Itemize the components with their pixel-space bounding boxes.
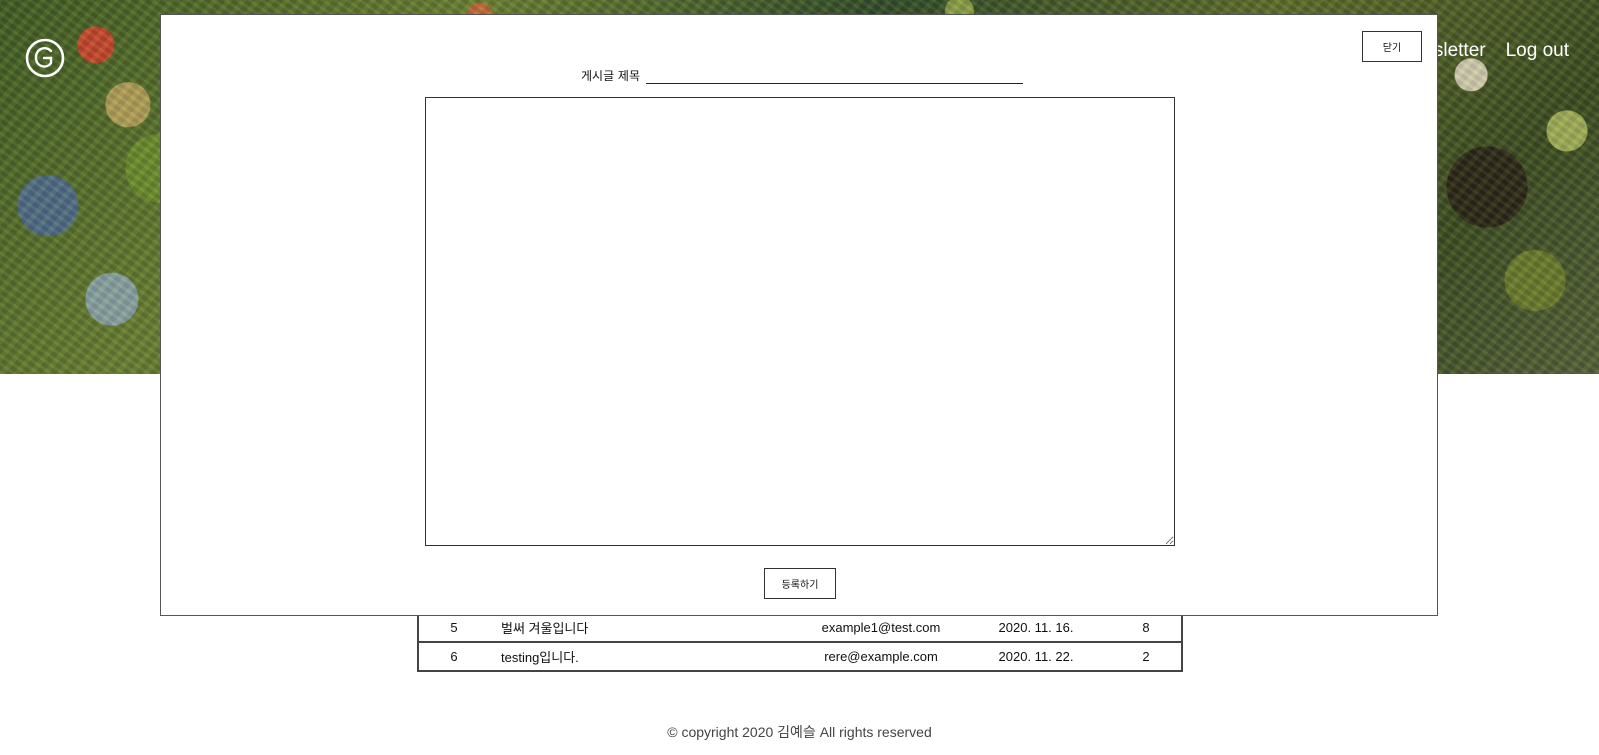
post-content-textarea[interactable] [425, 97, 1175, 546]
table-row[interactable]: 6 testing입니다. rere@example.com 2020. 11.… [417, 641, 1183, 672]
post-views: 2 [1111, 641, 1183, 672]
footer-copyright: © copyright 2020 김예슬 All rights reserved [667, 724, 932, 740]
write-post-modal: 닫기 게시글 제목 등록하기 [160, 14, 1438, 616]
post-date: 2020. 11. 16. [961, 612, 1111, 643]
close-button[interactable]: 닫기 [1362, 31, 1422, 62]
post-number: 6 [417, 641, 489, 672]
post-title-label: 게시글 제목 [581, 69, 641, 83]
table-row[interactable]: 5 벌써 겨울입니다 example1@test.com 2020. 11. 1… [417, 612, 1183, 643]
post-author-email: example1@test.com [801, 612, 961, 643]
logo-icon[interactable] [25, 38, 65, 78]
post-title-input[interactable] [646, 63, 1024, 84]
post-author-email: rere@example.com [801, 641, 961, 672]
post-date: 2020. 11. 22. [961, 641, 1111, 672]
post-title-row: 게시글 제목 [581, 63, 1024, 84]
nav-logout-link[interactable]: Log out [1506, 40, 1569, 62]
submit-button[interactable]: 등록하기 [764, 568, 836, 599]
post-title[interactable]: 벌써 겨울입니다 [489, 612, 801, 643]
post-number: 5 [417, 612, 489, 643]
page: Newsletter Log out 5 벌써 겨울입니다 example1@t… [0, 0, 1599, 755]
post-views: 8 [1111, 612, 1183, 643]
post-title[interactable]: testing입니다. [489, 641, 801, 672]
board-table: 5 벌써 겨울입니다 example1@test.com 2020. 11. 1… [417, 612, 1183, 672]
